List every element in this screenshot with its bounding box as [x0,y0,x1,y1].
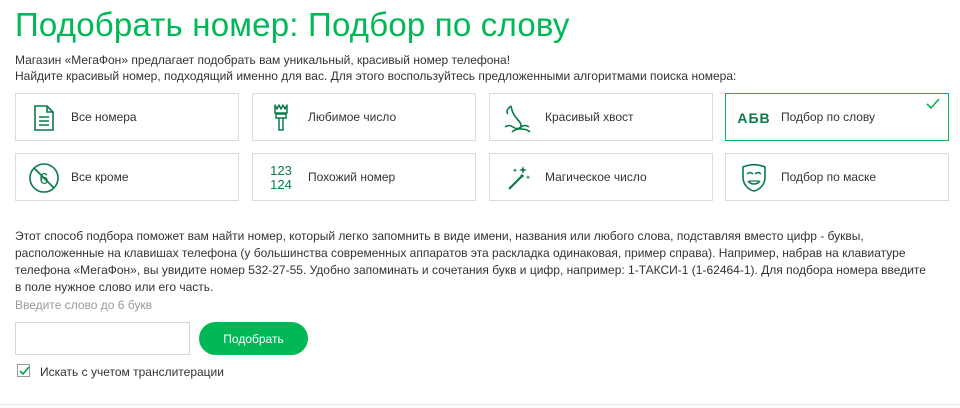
method-magic-number[interactable]: Магическое число [489,153,713,201]
method-all-numbers[interactable]: Все номера [15,93,239,141]
mask-icon [736,160,772,196]
method-label: Магическое число [545,170,647,184]
method-label: Похожий номер [308,170,396,184]
method-all-except[interactable]: 6 Все кроме [15,153,239,201]
method-similar-number[interactable]: 123 124 Похожий номер [252,153,476,201]
method-label: Любимое число [308,110,397,124]
page-title: Подобрать номер: Подбор по слову [15,6,570,43]
transliteration-checkbox[interactable] [17,364,30,377]
svg-text:6: 6 [40,171,49,188]
method-label: Подбор по маске [781,170,877,184]
method-label: Все кроме [71,170,129,184]
intro-line-1: Магазин «МегаФон» предлагает подобрать в… [15,53,511,67]
mermaid-tail-icon [500,100,536,136]
digits-bottom: 124 [270,177,292,192]
divider [0,404,960,405]
no-six-icon: 6 [26,160,62,196]
method-label: Красивый хвост [545,110,634,124]
input-hint: Введите слово до 6 букв [15,298,153,312]
magic-wand-icon [500,160,536,196]
checkmark-icon [19,366,30,376]
method-label: Все номера [71,110,137,124]
intro-line-2: Найдите красивый номер, подходящий именн… [15,69,737,83]
method-beautiful-tail[interactable]: Красивый хвост [489,93,713,141]
method-favorite-number[interactable]: Любимое число [252,93,476,141]
transliteration-label: Искать с учетом транслитерации [40,365,224,379]
abv-letters: АБВ [737,110,771,126]
brush-icon [263,100,299,136]
method-pick-by-word[interactable]: АБВ Подбор по слову [725,93,949,141]
digits-top: 123 [270,163,292,178]
method-mask[interactable]: Подбор по маске [725,153,949,201]
digits-icon: 123 124 [263,160,299,196]
search-methods-grid: Все номера Любимое число Красивый хвост … [15,93,949,201]
checkmark-icon [926,97,942,111]
intro-text: Магазин «МегаФон» предлагает подобрать в… [15,52,915,84]
method-label: Подбор по слову [781,110,876,124]
abv-letters-icon: АБВ [736,100,772,136]
word-input[interactable] [15,322,190,355]
method-description: Этот способ подбора поможет вам найти но… [15,229,926,294]
find-button[interactable]: Подобрать [199,322,308,355]
document-icon [26,100,62,136]
